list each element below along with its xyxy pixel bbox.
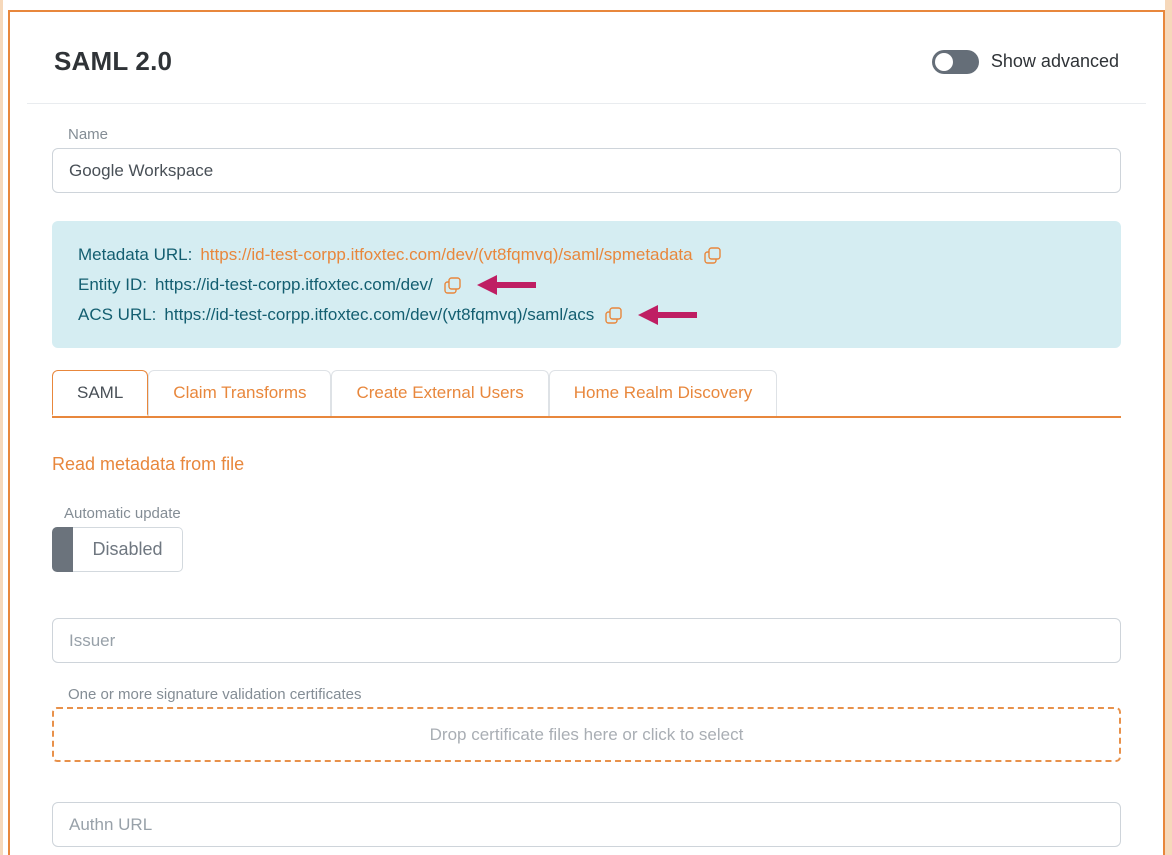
copy-icon[interactable] bbox=[443, 276, 462, 295]
authn-url-field-group bbox=[52, 802, 1121, 847]
tab-saml[interactable]: SAML bbox=[52, 370, 148, 416]
name-input[interactable] bbox=[52, 148, 1121, 193]
entity-id-label: Entity ID: bbox=[78, 270, 147, 300]
metadata-url-line: Metadata URL: https://id-test-corpp.itfo… bbox=[78, 240, 1095, 270]
entity-id-value: https://id-test-corpp.itfoxtec.com/dev/ bbox=[155, 270, 433, 300]
automatic-update-state: Disabled bbox=[73, 527, 183, 572]
acs-url-line: ACS URL: https://id-test-corpp.itfoxtec.… bbox=[78, 300, 1095, 330]
show-advanced-control: Show advanced bbox=[932, 50, 1119, 74]
acs-url-value: https://id-test-corpp.itfoxtec.com/dev/(… bbox=[164, 300, 594, 330]
automatic-update-toggle[interactable]: Disabled bbox=[52, 527, 183, 572]
metadata-url-link[interactable]: https://id-test-corpp.itfoxtec.com/dev/(… bbox=[200, 240, 692, 270]
page-title: SAML 2.0 bbox=[54, 46, 172, 77]
tab-home-realm-discovery[interactable]: Home Realm Discovery bbox=[549, 370, 778, 416]
acs-url-label: ACS URL: bbox=[78, 300, 156, 330]
automatic-update-group: Automatic update Disabled bbox=[52, 505, 1121, 572]
issuer-field-group bbox=[52, 618, 1121, 663]
annotation-arrow-icon bbox=[637, 302, 699, 328]
name-field-group: Name bbox=[52, 126, 1121, 193]
saml-config-card: SAML 2.0 Show advanced Name Metadata URL… bbox=[8, 10, 1165, 855]
authn-url-input[interactable] bbox=[52, 802, 1121, 847]
annotation-arrow-icon bbox=[476, 272, 538, 298]
card-header: SAML 2.0 Show advanced bbox=[52, 46, 1121, 77]
outer-frame-right bbox=[1165, 0, 1172, 855]
dropzone-text: Drop certificate files here or click to … bbox=[430, 725, 744, 745]
copy-icon[interactable] bbox=[703, 246, 722, 265]
show-advanced-label: Show advanced bbox=[991, 51, 1119, 72]
certificate-dropzone[interactable]: Drop certificate files here or click to … bbox=[52, 707, 1121, 762]
show-advanced-toggle[interactable] bbox=[932, 50, 979, 74]
toggle-handle bbox=[52, 527, 73, 572]
config-tabs: SAML Claim Transforms Create External Us… bbox=[52, 370, 1121, 418]
entity-id-line: Entity ID: https://id-test-corpp.itfoxte… bbox=[78, 270, 1095, 300]
saml-endpoints-info-box: Metadata URL: https://id-test-corpp.itfo… bbox=[52, 221, 1121, 348]
copy-icon[interactable] bbox=[604, 306, 623, 325]
name-label: Name bbox=[68, 126, 1121, 143]
metadata-url-label: Metadata URL: bbox=[78, 240, 192, 270]
header-divider bbox=[27, 103, 1146, 104]
certificates-group: One or more signature validation certifi… bbox=[52, 686, 1121, 762]
tab-create-external-users[interactable]: Create External Users bbox=[331, 370, 548, 416]
automatic-update-label: Automatic update bbox=[64, 505, 1121, 522]
read-metadata-from-file-link[interactable]: Read metadata from file bbox=[52, 454, 244, 475]
issuer-input[interactable] bbox=[52, 618, 1121, 663]
toggle-knob bbox=[935, 53, 953, 71]
certificates-label: One or more signature validation certifi… bbox=[68, 686, 1121, 703]
outer-frame-left bbox=[0, 0, 3, 855]
tab-claim-transforms[interactable]: Claim Transforms bbox=[148, 370, 331, 416]
